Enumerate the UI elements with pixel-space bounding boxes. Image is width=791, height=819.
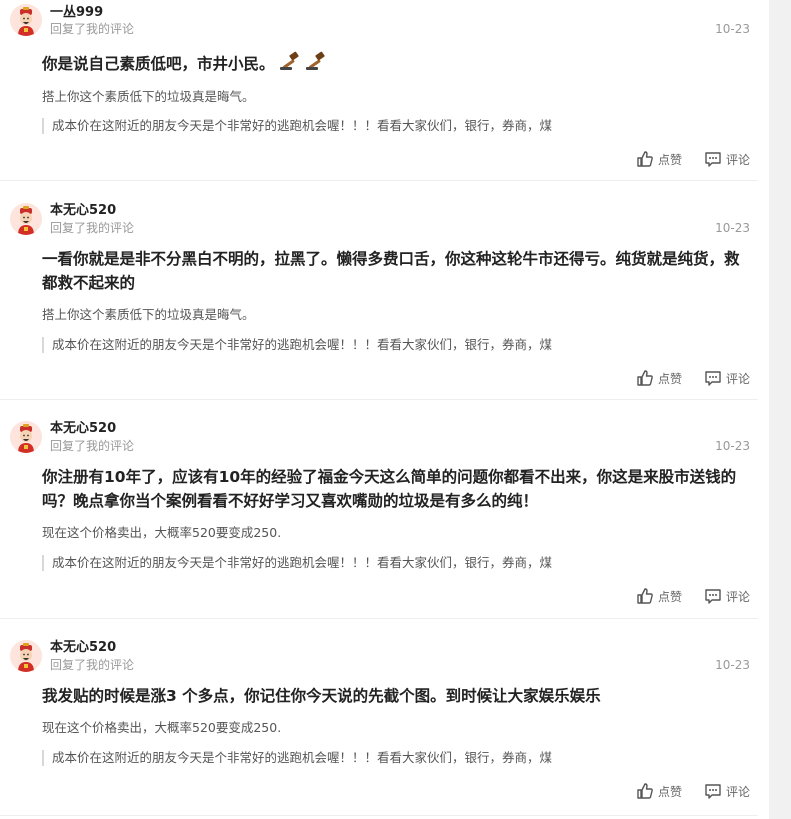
page-scrollbar[interactable] xyxy=(769,0,791,819)
quoted-reply: 搭上你这个素质低下的垃圾真是晦气。 xyxy=(42,307,255,322)
gavel-icon xyxy=(305,51,327,78)
quoted-reply: 现在这个价格卖出，大概率520要变成250. xyxy=(42,720,282,735)
gavel-icon xyxy=(279,51,301,78)
comment-button[interactable]: 评论 xyxy=(704,587,750,605)
comment-button[interactable]: 评论 xyxy=(704,782,750,800)
comment-item: 本无心520 回复了我的评论 10-23 我发贴的时候是涨3 个多点，你记住你今… xyxy=(0,619,758,816)
original-comment[interactable]: 成本价在这附近的朋友今天是个非常好的逃跑机会喔！！！看看大家伙们，银行，券商，煤 xyxy=(42,750,552,766)
comment-button[interactable]: 评论 xyxy=(704,150,750,168)
avatar-icon[interactable] xyxy=(10,4,42,36)
avatar-icon[interactable] xyxy=(10,203,42,235)
avatar-icon[interactable] xyxy=(10,640,42,672)
quoted-reply: 现在这个价格卖出，大概率520要变成250. xyxy=(42,525,282,540)
comment-label: 评论 xyxy=(725,784,750,799)
comment-label: 评论 xyxy=(725,589,750,604)
username[interactable]: 本无心520 xyxy=(50,203,116,219)
thumbs-up-icon xyxy=(636,782,654,800)
comment-actions: 点赞 评论 xyxy=(636,587,750,605)
comment-label: 评论 xyxy=(725,152,750,167)
like-button[interactable]: 点赞 xyxy=(636,782,682,800)
username[interactable]: 一丛999 xyxy=(50,5,103,21)
comment-item: 本无心520 回复了我的评论 10-23 一看你就是是非不分黑白不明的，拉黑了。… xyxy=(0,181,758,400)
reply-feed: 一丛999 回复了我的评论 10-23 你是说自己素质低吧，市井小民。 搭上你这… xyxy=(0,0,758,816)
comment-date: 10-23 xyxy=(715,22,750,36)
username[interactable]: 本无心520 xyxy=(50,421,116,437)
reply-subtitle: 回复了我的评论 xyxy=(50,439,135,453)
comment-bubble-icon xyxy=(704,150,722,168)
comment-text: 一看你就是是非不分黑白不明的，拉黑了。懒得多费口舌，你这种这轮牛市还得亏。纯货就… xyxy=(42,250,740,292)
thumbs-up-icon xyxy=(636,369,654,387)
comment-date: 10-23 xyxy=(715,221,750,235)
comment-actions: 点赞 评论 xyxy=(636,150,750,168)
comment-bubble-icon xyxy=(704,369,722,387)
quoted-reply: 搭上你这个素质低下的垃圾真是晦气。 xyxy=(42,89,255,104)
reply-subtitle: 回复了我的评论 xyxy=(50,221,135,235)
comment-item: 本无心520 回复了我的评论 10-23 你注册有10年了，应该有10年的经验了… xyxy=(0,400,758,619)
thumbs-up-icon xyxy=(636,587,654,605)
username[interactable]: 本无心520 xyxy=(50,640,116,656)
original-comment[interactable]: 成本价在这附近的朋友今天是个非常好的逃跑机会喔！！！看看大家伙们，银行，券商，煤 xyxy=(42,337,552,353)
comment-label: 评论 xyxy=(725,371,750,386)
like-button[interactable]: 点赞 xyxy=(636,150,682,168)
comment-item: 一丛999 回复了我的评论 10-23 你是说自己素质低吧，市井小民。 搭上你这… xyxy=(0,0,758,181)
comment-text: 我发贴的时候是涨3 个多点，你记住你今天说的先截个图。到时候让大家娱乐娱乐 xyxy=(42,687,601,705)
reply-subtitle: 回复了我的评论 xyxy=(50,22,135,36)
like-label: 点赞 xyxy=(657,152,682,167)
original-comment[interactable]: 成本价在这附近的朋友今天是个非常好的逃跑机会喔！！！看看大家伙们，银行，券商，煤 xyxy=(42,555,552,571)
like-button[interactable]: 点赞 xyxy=(636,369,682,387)
comment-content: 你是说自己素质低吧，市井小民。 xyxy=(42,51,746,78)
thumbs-up-icon xyxy=(636,150,654,168)
comment-text: 你是说自己素质低吧，市井小民。 xyxy=(42,55,275,73)
comment-bubble-icon xyxy=(704,782,722,800)
avatar-icon[interactable] xyxy=(10,421,42,453)
like-button[interactable]: 点赞 xyxy=(636,587,682,605)
comment-actions: 点赞 评论 xyxy=(636,782,750,800)
comment-text: 你注册有10年了，应该有10年的经验了福金今天这么简单的问题你都看不出来，你这是… xyxy=(42,468,737,510)
comment-actions: 点赞 评论 xyxy=(636,369,750,387)
like-label: 点赞 xyxy=(657,589,682,604)
comment-date: 10-23 xyxy=(715,439,750,453)
comment-bubble-icon xyxy=(704,587,722,605)
original-comment[interactable]: 成本价在这附近的朋友今天是个非常好的逃跑机会喔！！！看看大家伙们，银行，券商，煤 xyxy=(42,118,552,134)
like-label: 点赞 xyxy=(657,371,682,386)
like-label: 点赞 xyxy=(657,784,682,799)
reply-subtitle: 回复了我的评论 xyxy=(50,658,135,672)
comment-date: 10-23 xyxy=(715,658,750,672)
comment-button[interactable]: 评论 xyxy=(704,369,750,387)
